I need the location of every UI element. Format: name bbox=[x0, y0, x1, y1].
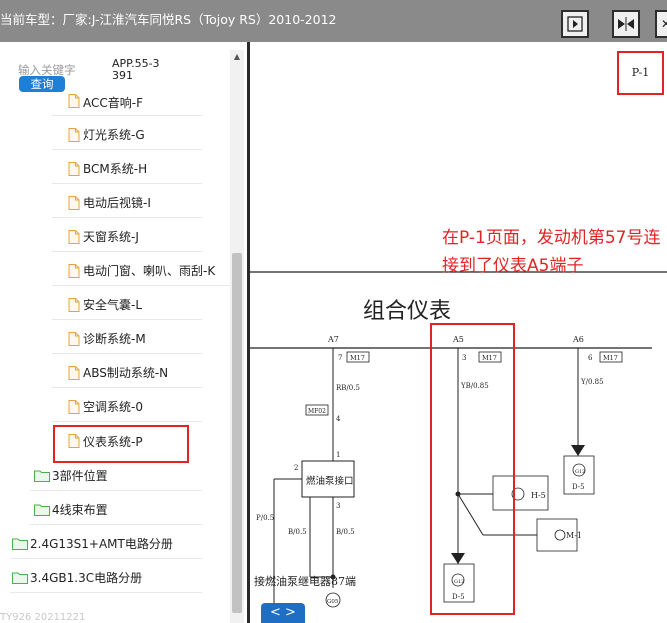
pin-1: 1 bbox=[336, 451, 340, 459]
ground-g12-a6: G12 bbox=[575, 469, 585, 475]
folder-icon bbox=[12, 538, 28, 550]
split-view-button[interactable] bbox=[612, 10, 640, 38]
diagram-title: 组合仪表 bbox=[363, 299, 451, 324]
file-icon bbox=[68, 229, 80, 244]
folder-icon bbox=[34, 470, 50, 482]
wire-rb05: RB/0.5 bbox=[336, 384, 360, 392]
file-icon bbox=[68, 263, 80, 278]
wire-b05-left: B/0.5 bbox=[288, 528, 307, 536]
tree-item-lighting[interactable]: 灯光系统-G bbox=[52, 120, 202, 150]
close-button[interactable]: ✕ bbox=[655, 10, 667, 38]
terminal-a5: A5 bbox=[452, 335, 464, 344]
close-icon: ✕ bbox=[660, 17, 667, 31]
tree-item-airbag[interactable]: 安全气囊-L bbox=[52, 290, 202, 320]
tree-folder-34gb[interactable]: 3.4GB1.3C电路分册 bbox=[10, 563, 202, 593]
tree-item-diagnosis[interactable]: 诊断系统-M bbox=[52, 324, 202, 354]
sidebar-scroll-thumb[interactable] bbox=[232, 253, 242, 613]
tree-item-label: 2.4G13S1+AMT电路分册 bbox=[30, 537, 173, 551]
scroll-up-icon[interactable]: ▲ bbox=[232, 52, 242, 62]
folder-icon bbox=[12, 572, 28, 584]
pin-7: 7 bbox=[338, 354, 342, 362]
file-icon bbox=[68, 127, 80, 142]
pin-6: 6 bbox=[588, 354, 593, 362]
tree-item-label: 4线束布置 bbox=[52, 503, 108, 517]
tree-item-ac[interactable]: 空调系统-0 bbox=[52, 392, 202, 422]
tree-item-label: 灯光系统-G bbox=[83, 128, 145, 142]
relay-note: 接燃油泵继电器87端 bbox=[254, 574, 356, 588]
tree-item-label: 3部件位置 bbox=[52, 469, 108, 483]
file-icon bbox=[68, 365, 80, 380]
ground-d5-a5: D-5 bbox=[452, 593, 465, 601]
terminal-a7: A7 bbox=[327, 335, 339, 344]
ground-h5: H-5 bbox=[531, 491, 546, 500]
vehicle-title: 当前车型：厂家:J-江淮汽车同悦RS（Tojoy RS）2010-2012 bbox=[0, 12, 337, 27]
tree-item-abs[interactable]: ABS制动系统-N bbox=[52, 358, 202, 388]
file-icon bbox=[68, 297, 80, 312]
page-id-box: P-1 bbox=[617, 51, 664, 95]
annotation-text: 在P-1页面，发动机第57号连接到了仪表A5端子 bbox=[442, 228, 661, 276]
file-icon bbox=[68, 94, 80, 108]
selected-item-highlight bbox=[53, 425, 189, 463]
pin-3: 3 bbox=[336, 502, 340, 510]
tree-item-windows[interactable]: 电动门窗、喇叭、雨刮-K bbox=[52, 256, 230, 286]
tree-item-label: 安全气囊-L bbox=[83, 298, 143, 312]
folder-icon bbox=[34, 504, 50, 516]
split-arrows-icon bbox=[618, 17, 634, 31]
tree-item-mirror[interactable]: 电动后视镜-I bbox=[52, 188, 202, 218]
wire-b05-right: B/0.5 bbox=[336, 528, 355, 536]
tree-item-sunroof[interactable]: 天窗系统-J bbox=[52, 222, 202, 252]
ground-d5-a6: D-5 bbox=[572, 483, 585, 491]
pin-4: 4 bbox=[336, 415, 341, 423]
tree-item-label: ACC音响-F bbox=[83, 96, 143, 110]
tree-item-label: 电动后视镜-I bbox=[83, 196, 151, 210]
connector-m17-a5: M17 bbox=[482, 354, 497, 362]
file-icon bbox=[68, 161, 80, 176]
tree-item-label: 空调系统-0 bbox=[83, 400, 143, 414]
wire-y085: Y/0.85 bbox=[580, 378, 604, 386]
tree-item-bcm[interactable]: BCM系统-H bbox=[52, 154, 202, 184]
tree-item-acc[interactable]: ACC音响-F bbox=[52, 88, 202, 116]
pin-3-a5: 3 bbox=[462, 354, 466, 362]
page-right-icon bbox=[567, 16, 583, 32]
tree-folder-24g[interactable]: 2.4G13S1+AMT电路分册 bbox=[10, 529, 202, 559]
tree-item-label: BCM系统-H bbox=[83, 162, 148, 176]
tree-item-label: 电动门窗、喇叭、雨刮-K bbox=[83, 264, 216, 278]
tree-item-label: 3.4GB1.3C电路分册 bbox=[30, 571, 143, 585]
version-footer: TY926 20211221 bbox=[0, 612, 86, 623]
tree-item-label: ABS制动系统-N bbox=[83, 366, 169, 380]
app-code: APP.55-3391 bbox=[112, 57, 160, 82]
terminal-a6: A6 bbox=[572, 335, 584, 344]
tree-item-label: 诊断系统-M bbox=[83, 332, 146, 346]
file-icon bbox=[68, 331, 80, 346]
ground-m1: M-1 bbox=[566, 531, 582, 540]
file-icon bbox=[68, 399, 80, 414]
ground-g12-a5: G12 bbox=[454, 579, 464, 585]
connector-m17-a6: M17 bbox=[603, 354, 618, 362]
connector-mf02: MF02 bbox=[308, 408, 326, 415]
file-icon bbox=[68, 195, 80, 210]
pin-2: 2 bbox=[294, 464, 298, 472]
tree-folder-parts[interactable]: 3部件位置 bbox=[30, 461, 202, 491]
wiring-diagram: 组合仪表 A7 A5 A6 7 M17 RB/0.5 MF02 4 燃油泵接口 … bbox=[250, 271, 667, 617]
tree-item-label: 天窗系统-J bbox=[83, 230, 139, 244]
top-bar: 当前车型：厂家:J-江淮汽车同悦RS（Tojoy RS）2010-2012 ✕ bbox=[0, 0, 667, 42]
tree-folder-harness[interactable]: 4线束布置 bbox=[30, 495, 202, 525]
single-page-button[interactable] bbox=[561, 10, 589, 38]
ground-g05: G05 bbox=[327, 599, 339, 605]
page-nav-button[interactable]: < > bbox=[261, 603, 305, 623]
wire-p05: P/0.5 bbox=[256, 514, 274, 522]
fuel-pump-interface-box: 燃油泵接口 bbox=[306, 475, 354, 487]
connector-m17-a7: M17 bbox=[350, 354, 365, 362]
wire-yb085: YB/0.85 bbox=[460, 382, 489, 390]
